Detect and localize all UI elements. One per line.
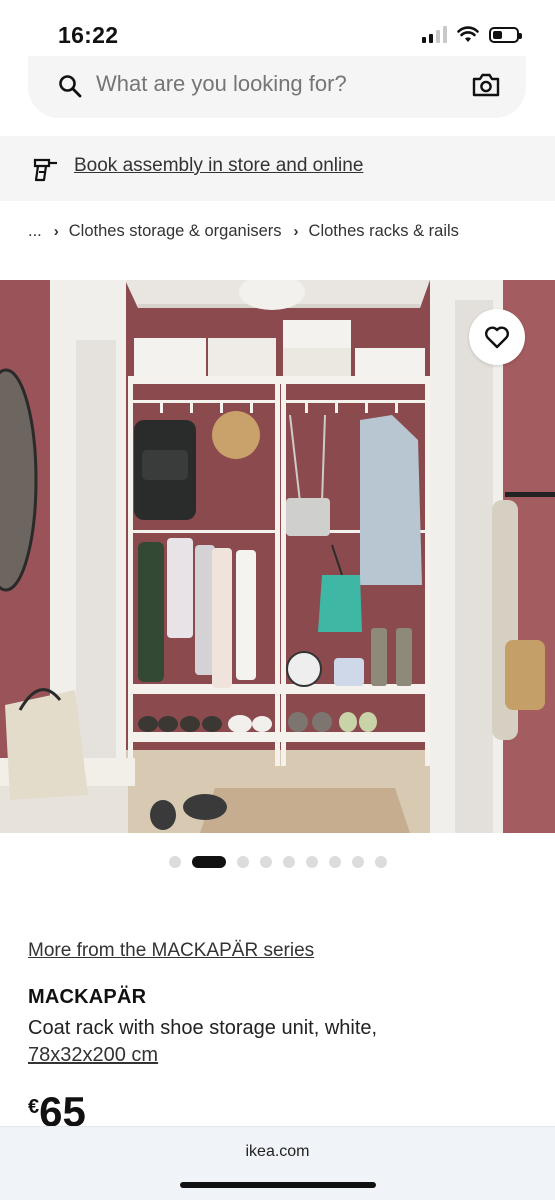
browser-address-bar[interactable]: ikea.com xyxy=(0,1126,555,1200)
cellular-signal-icon xyxy=(422,26,447,43)
carousel-dot[interactable] xyxy=(352,856,364,868)
carousel-dot[interactable] xyxy=(237,856,249,868)
chevron-right-icon: › xyxy=(53,223,59,240)
carousel-dot[interactable] xyxy=(169,856,181,868)
carousel-dot[interactable] xyxy=(375,856,387,868)
product-size-link[interactable]: 78x32x200 cm xyxy=(28,1044,158,1066)
status-time: 16:22 xyxy=(58,22,119,48)
search-input[interactable] xyxy=(96,71,456,97)
breadcrumb-item-clothes-racks[interactable]: Clothes racks & rails xyxy=(309,222,459,241)
assembly-tool-icon xyxy=(33,158,57,182)
book-assembly-link[interactable]: Book assembly in store and online xyxy=(74,155,363,177)
product-image[interactable] xyxy=(0,280,555,833)
status-icons xyxy=(422,26,522,43)
battery-icon xyxy=(489,26,522,43)
search-icon xyxy=(59,75,82,98)
carousel-dot[interactable] xyxy=(329,856,341,868)
breadcrumb-item-clothes-storage[interactable]: Clothes storage & organisers xyxy=(69,222,282,241)
carousel-dot[interactable] xyxy=(283,856,295,868)
breadcrumb-ellipsis[interactable]: ... xyxy=(28,222,42,241)
carousel-dots xyxy=(169,856,387,868)
breadcrumb: ... › Clothes storage & organisers › Clo… xyxy=(28,222,459,241)
assembly-banner[interactable]: Book assembly in store and online xyxy=(0,136,555,201)
wishlist-button[interactable] xyxy=(469,309,525,365)
product-description: Coat rack with shoe storage unit, white,… xyxy=(28,1015,528,1069)
series-link[interactable]: More from the MACKAPÄR series xyxy=(28,940,314,962)
chevron-right-icon: › xyxy=(293,223,299,240)
carousel-dot[interactable] xyxy=(306,856,318,868)
carousel-dot-active[interactable] xyxy=(192,856,226,868)
price-currency: € xyxy=(28,1096,40,1118)
carousel-dot[interactable] xyxy=(260,856,272,868)
product-name: MACKAPÄR xyxy=(28,986,147,1008)
camera-icon[interactable] xyxy=(472,72,500,98)
home-indicator[interactable] xyxy=(180,1182,376,1188)
browser-domain[interactable]: ikea.com xyxy=(0,1143,555,1161)
wifi-icon xyxy=(457,26,479,42)
product-photo xyxy=(0,280,555,833)
search-bar[interactable] xyxy=(28,56,526,118)
heart-icon xyxy=(485,326,509,349)
product-description-text: Coat rack with shoe storage unit, white, xyxy=(28,1017,378,1039)
